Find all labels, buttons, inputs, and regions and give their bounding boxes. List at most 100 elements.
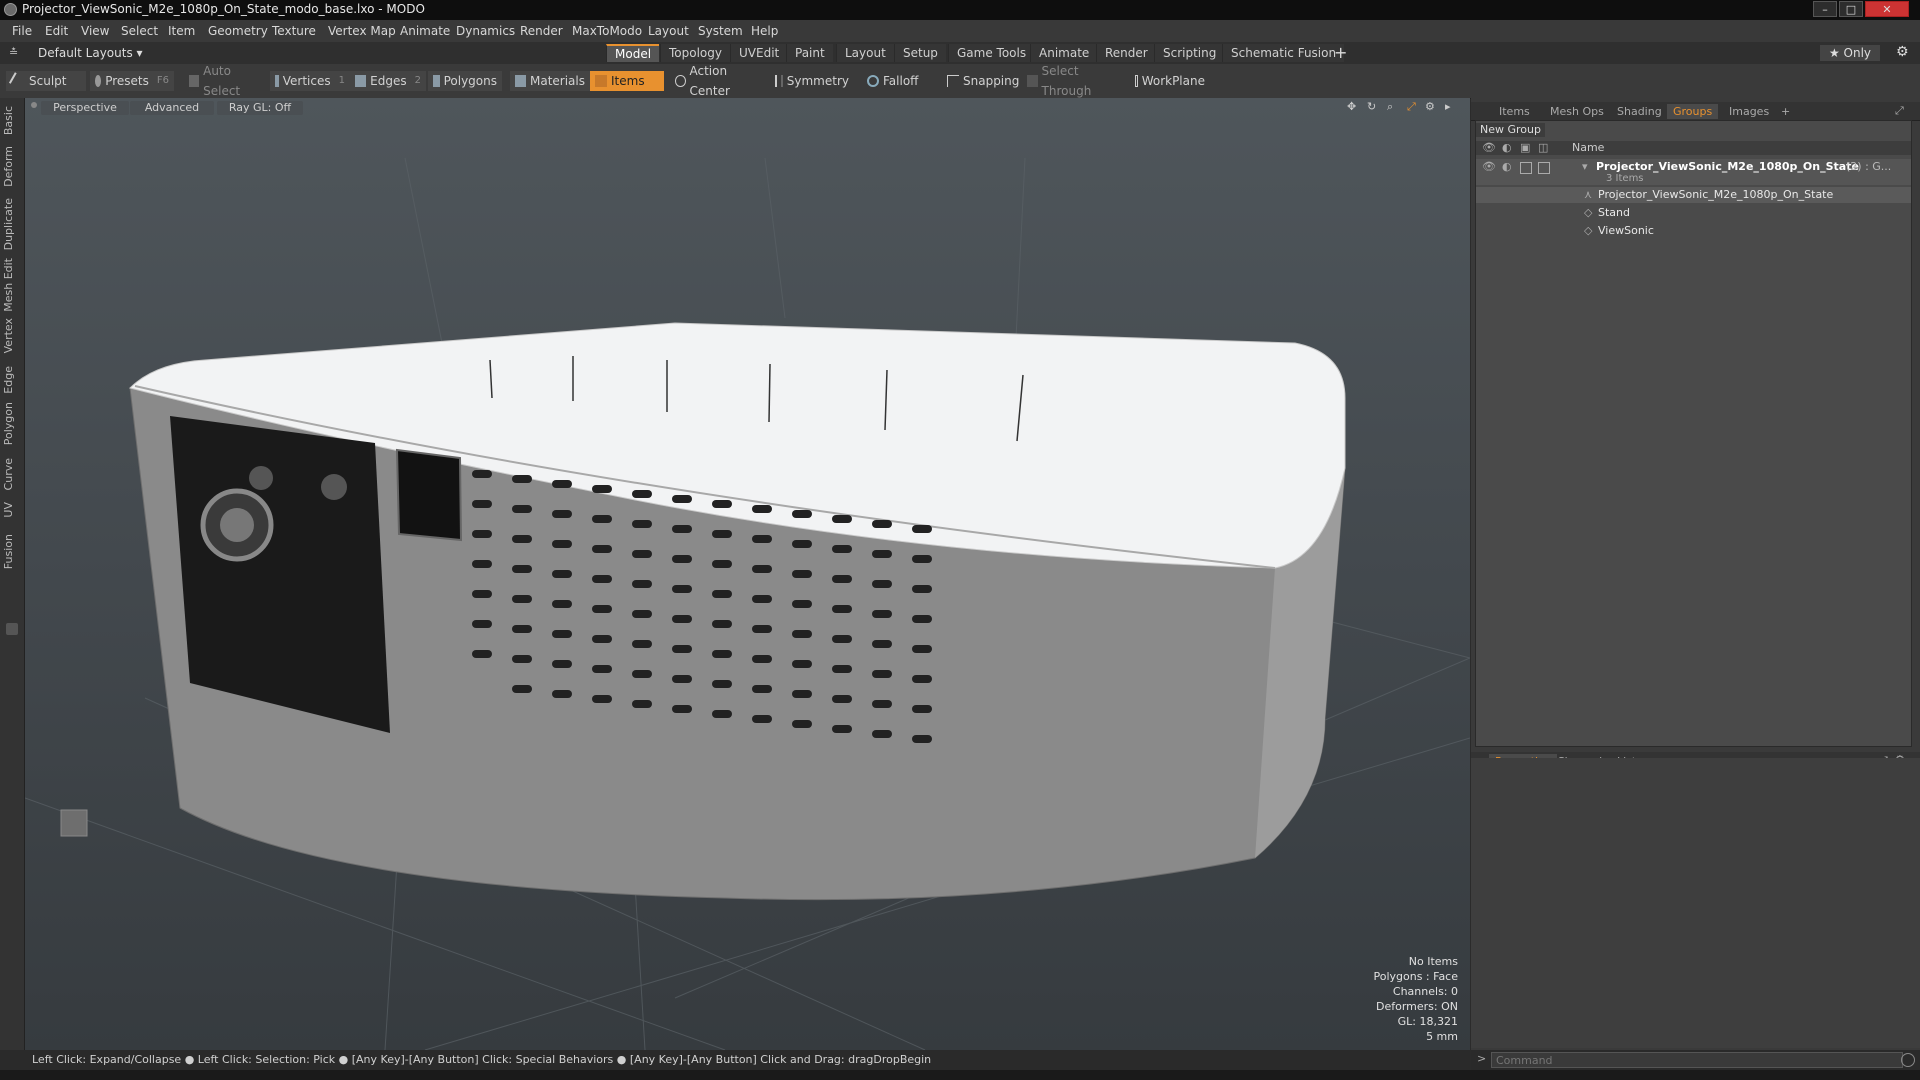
vtab-deform[interactable]: Deform <box>2 146 20 187</box>
lock-checkbox[interactable] <box>1520 162 1532 174</box>
only-toggle[interactable]: ★ Only <box>1820 45 1880 61</box>
action-center-button[interactable]: Action Center <box>670 64 764 98</box>
raygl-button[interactable]: Ray GL: Off <box>217 101 303 115</box>
command-history-icon[interactable] <box>1901 1053 1915 1067</box>
maximize-view-icon[interactable]: ⤢ <box>1407 100 1416 114</box>
lock-icon[interactable]: ▣ <box>1520 141 1530 154</box>
tab-paint[interactable]: Paint <box>786 44 833 62</box>
menu-view[interactable]: View <box>81 24 109 38</box>
menu-vertex-map[interactable]: Vertex Map <box>328 24 396 38</box>
menu-texture[interactable]: Texture <box>272 24 316 38</box>
cube-icon <box>189 75 200 87</box>
layout-selector[interactable]: Default Layouts ▾ <box>38 46 143 60</box>
tree-item[interactable]: ◇ ViewSonic <box>1476 223 1911 239</box>
info-deformers: Deformers: ON <box>1376 1000 1458 1013</box>
visibility-icon[interactable]: 👁 <box>1482 159 1496 175</box>
symmetry-button[interactable]: Symmetry <box>770 71 854 91</box>
expand-panel-icon[interactable]: ⤢ <box>1895 104 1904 118</box>
add-tab-icon[interactable]: + <box>1334 43 1347 62</box>
pan-icon[interactable]: ✥ <box>1347 100 1356 113</box>
tab-scripting[interactable]: Scripting <box>1154 44 1225 62</box>
menu-maxtomodo[interactable]: MaxToModo <box>572 24 642 38</box>
menu-system[interactable]: System <box>698 24 743 38</box>
select-through-label: Select Through <box>1041 64 1092 98</box>
vtab-curve[interactable]: Curve <box>2 458 20 490</box>
render-icon[interactable]: ◐ <box>1502 159 1512 175</box>
vtab-mesh-edit[interactable]: Mesh Edit <box>2 258 20 312</box>
select-checkbox[interactable] <box>1538 162 1550 174</box>
rotate-icon[interactable]: ↻ <box>1367 100 1376 113</box>
menu-item[interactable]: Item <box>168 24 195 38</box>
render-icon[interactable]: ◐ <box>1502 141 1512 154</box>
select-icon[interactable]: ◫ <box>1538 141 1548 154</box>
vtab-polygon[interactable]: Polygon <box>2 402 20 445</box>
command-input[interactable] <box>1491 1052 1903 1068</box>
tab-model[interactable]: Model <box>606 44 660 62</box>
vtab-edge[interactable]: Edge <box>2 366 20 394</box>
auto-select-button[interactable]: Auto Select <box>184 64 266 98</box>
tab-setup[interactable]: Setup <box>894 44 946 62</box>
tree-item[interactable]: ⋏ Projector_ViewSonic_M2e_1080p_On_State <box>1476 187 1911 203</box>
tab-topology[interactable]: Topology <box>660 44 730 62</box>
menu-bar: File Edit View Select Item Geometry Text… <box>0 20 1920 42</box>
sculpt-button[interactable]: Sculpt <box>6 71 86 91</box>
tree-item[interactable]: ◇ Stand <box>1476 205 1911 221</box>
minimize-button[interactable]: – <box>1813 1 1837 17</box>
viewport-info: No Items Polygons : Face Channels: 0 Def… <box>1373 954 1458 1044</box>
vtab-fusion[interactable]: Fusion <box>2 534 20 569</box>
presets-button[interactable]: Presets F6 <box>90 71 174 91</box>
zoom-icon[interactable]: ⌕ <box>1387 100 1393 114</box>
vtab-basic[interactable]: Basic <box>2 106 20 135</box>
add-panel-tab-icon[interactable]: + <box>1775 104 1796 119</box>
tab-items[interactable]: Items <box>1493 104 1536 119</box>
menu-geometry[interactable]: Geometry <box>208 24 268 38</box>
menu-select[interactable]: Select <box>121 24 158 38</box>
items-button[interactable]: Items <box>590 71 664 91</box>
shading-mode-button[interactable]: Advanced <box>130 101 214 115</box>
viewport-menu-icon[interactable] <box>31 102 37 108</box>
gear-icon[interactable]: ⚙ <box>1896 44 1909 60</box>
maximize-button[interactable]: □ <box>1839 1 1863 17</box>
tab-shading[interactable]: Shading <box>1611 104 1668 119</box>
tab-animate[interactable]: Animate <box>1030 44 1098 62</box>
vtab-uv[interactable]: UV <box>2 502 20 518</box>
materials-button[interactable]: Materials <box>510 71 590 91</box>
view-mode-button[interactable]: Perspective <box>41 101 129 115</box>
3d-viewport[interactable]: Perspective Advanced Ray GL: Off ✥ ↻ ⌕ ⤢… <box>25 98 1470 1050</box>
close-button[interactable]: ✕ <box>1865 1 1909 17</box>
tab-uvedit[interactable]: UVEdit <box>730 44 788 62</box>
vtab-duplicate[interactable]: Duplicate <box>2 198 20 250</box>
select-through-button[interactable]: Select Through <box>1022 64 1126 98</box>
layout-menu-icon[interactable]: ≛ <box>9 46 18 59</box>
tab-layout[interactable]: Layout <box>836 44 894 62</box>
tab-mesh-ops[interactable]: Mesh Ops <box>1544 104 1610 119</box>
falloff-button[interactable]: Falloff <box>862 71 934 91</box>
menu-animate[interactable]: Animate <box>400 24 450 38</box>
viewport-settings-icon[interactable]: ⚙ <box>1425 100 1435 113</box>
vertices-button[interactable]: Vertices 1 <box>270 71 350 91</box>
menu-render[interactable]: Render <box>520 24 563 38</box>
group-suffix: (2) : G... <box>1846 160 1892 173</box>
visibility-icon[interactable]: 👁 <box>1482 141 1496 154</box>
tab-images[interactable]: Images <box>1723 104 1775 119</box>
polygons-button[interactable]: Polygons <box>428 71 502 91</box>
group-row[interactable]: 👁 ◐ ▾ Projector_ViewSonic_M2e_1080p_On_S… <box>1476 159 1911 185</box>
tab-groups[interactable]: Groups <box>1667 104 1719 119</box>
menu-edit[interactable]: Edit <box>45 24 68 38</box>
properties-panel <box>1471 758 1920 1048</box>
tab-render[interactable]: Render <box>1096 44 1156 62</box>
workplane-button[interactable]: WorkPlane <box>1130 71 1210 91</box>
menu-help[interactable]: Help <box>751 24 778 38</box>
tab-game-tools[interactable]: Game Tools <box>948 44 1035 62</box>
vertex-icon <box>275 75 279 87</box>
snapping-button[interactable]: Snapping <box>942 71 1026 91</box>
viewport-arrow-icon[interactable]: ▸ <box>1445 100 1451 113</box>
tab-schematic-fusion[interactable]: Schematic Fusion <box>1222 44 1345 62</box>
palette-expand-icon[interactable] <box>6 623 18 635</box>
new-group-button[interactable]: New Group <box>1476 123 1545 137</box>
edges-button[interactable]: Edges 2 <box>350 71 426 91</box>
menu-file[interactable]: File <box>12 24 32 38</box>
menu-dynamics[interactable]: Dynamics <box>456 24 515 38</box>
menu-layout[interactable]: Layout <box>648 24 689 38</box>
vtab-vertex[interactable]: Vertex <box>2 318 20 353</box>
